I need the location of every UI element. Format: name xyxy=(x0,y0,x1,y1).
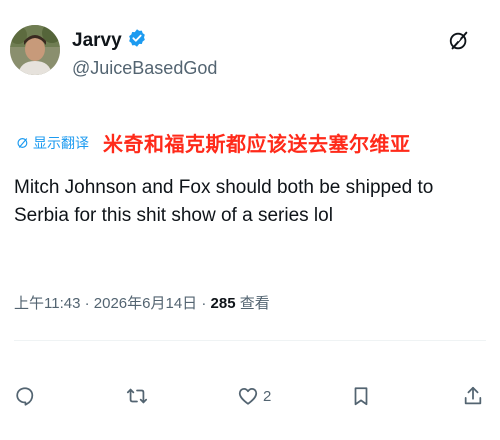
bookmark-button[interactable] xyxy=(350,378,376,414)
repost-button[interactable] xyxy=(126,378,152,414)
like-button[interactable]: 2 xyxy=(237,378,271,414)
share-icon xyxy=(464,386,482,405)
show-translation-label: 显示翻译 xyxy=(33,134,89,151)
meta-separator: · xyxy=(197,295,211,312)
author-display-name[interactable]: Jarvy xyxy=(72,30,122,52)
reply-button[interactable] xyxy=(14,378,40,414)
views-label: 查看 xyxy=(235,295,270,312)
show-translation-link[interactable]: 显示翻译 xyxy=(16,133,89,153)
action-bar: 2 xyxy=(0,378,500,414)
author-name-row: Jarvy xyxy=(72,28,147,53)
avatar-image xyxy=(10,25,60,75)
repost-icon xyxy=(126,388,148,404)
meta-separator: · xyxy=(80,295,94,312)
tweet-text: Mitch Johnson and Fox should both be shi… xyxy=(14,177,434,226)
grok-icon xyxy=(449,31,468,50)
author-handle[interactable]: @JuiceBasedGod xyxy=(72,58,217,79)
divider xyxy=(14,340,486,341)
share-button[interactable] xyxy=(462,378,484,414)
tweet-time[interactable]: 上午11:43 xyxy=(14,295,80,312)
tweet-date[interactable]: 2026年6月14日 xyxy=(94,295,197,312)
views-count: 285 xyxy=(210,295,236,312)
reply-icon xyxy=(16,387,34,406)
grok-button[interactable] xyxy=(446,28,472,54)
translated-text: 米奇和福克斯都应该送去塞尔维亚 xyxy=(103,132,411,156)
tweet-detail: Jarvy @JuiceBasedGod 显示翻译 米奇和福克斯都应该送去塞尔维… xyxy=(0,0,500,440)
translation-row: 显示翻译 米奇和福克斯都应该送去塞尔维亚 xyxy=(16,128,411,157)
bookmark-icon xyxy=(354,387,368,406)
avatar[interactable] xyxy=(10,25,60,75)
like-count: 2 xyxy=(263,387,272,405)
translate-icon xyxy=(17,137,28,148)
tweet-meta: 上午11:43 · 2026年6月14日 · 285 查看 xyxy=(14,292,270,313)
verified-badge-icon xyxy=(127,28,147,53)
like-icon xyxy=(238,387,258,405)
